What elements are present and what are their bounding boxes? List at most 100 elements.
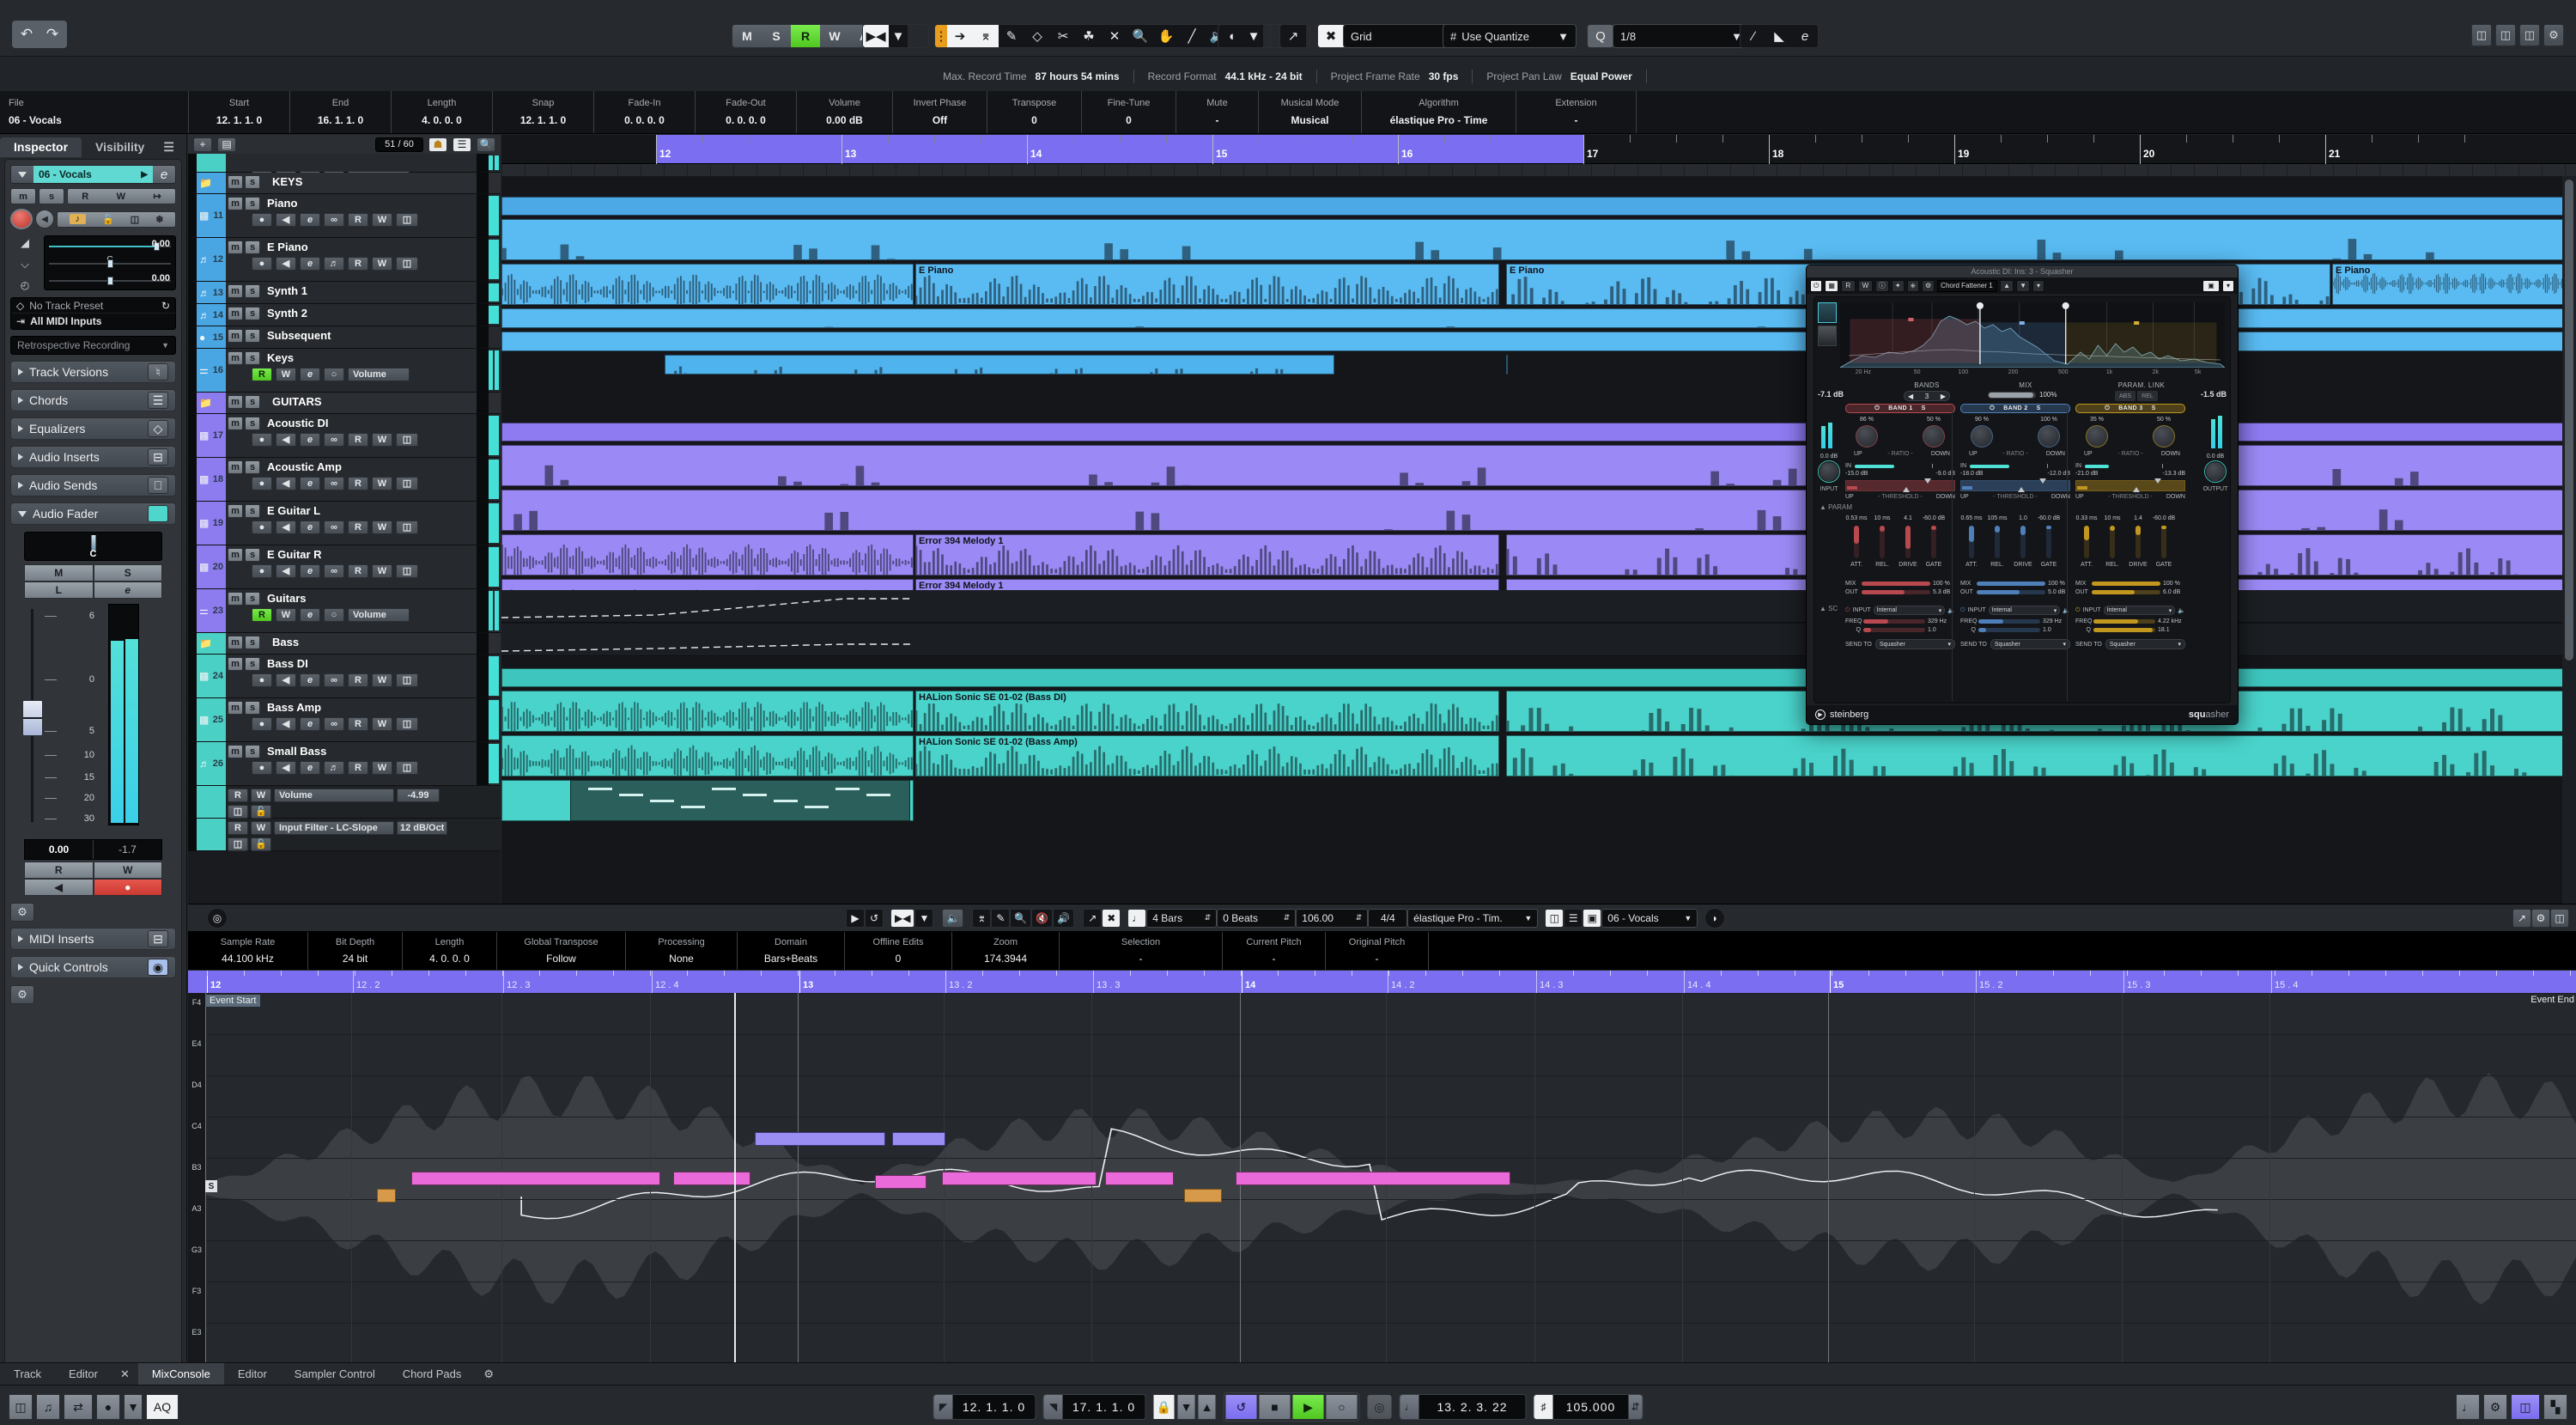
band-power-icon[interactable]: ⏻ xyxy=(1874,405,1880,412)
plugin-preset-name[interactable]: Chord Fattener 1 xyxy=(1937,279,1998,292)
track-row[interactable]: ▩ 25 m s Bass Amp ● ◀ e ∞ R W ◫ xyxy=(188,698,501,742)
track-solo-button[interactable]: s xyxy=(245,547,260,562)
editor-crossfade-icon[interactable]: ↗ xyxy=(1083,908,1103,928)
lock-icon[interactable]: 🔓 xyxy=(102,214,114,225)
automation-lane-row[interactable]: R W Volume -4.99 ◫ 🔓 xyxy=(188,786,501,819)
lower-zone-gear-icon[interactable]: ⚙ xyxy=(475,1363,502,1385)
track-edit-icon[interactable]: e xyxy=(300,520,320,534)
performance-meter-icon[interactable]: ◫ xyxy=(9,1394,33,1420)
track-read-button[interactable]: R xyxy=(348,563,368,578)
info-column[interactable]: Snap 12. 1. 1. 0 xyxy=(493,91,594,133)
editor-audition-tool-icon[interactable]: 🔊 xyxy=(1053,908,1075,928)
sample-info-column[interactable]: Original Pitch - xyxy=(1326,932,1429,970)
track-mute-button[interactable]: m xyxy=(228,503,243,518)
pitch-segment[interactable] xyxy=(1184,1189,1222,1203)
transport-buttons[interactable]: ↺ ■ ▶ ○ xyxy=(1223,1392,1360,1422)
fader-record-icon[interactable]: ● xyxy=(93,879,162,896)
track-edit-icon[interactable]: e xyxy=(300,563,320,578)
param-slider[interactable] xyxy=(1931,526,1936,558)
chevron-down-icon[interactable] xyxy=(11,166,33,183)
info-column[interactable]: Length 4. 0. 0. 0 xyxy=(392,91,493,133)
chevron-down-icon[interactable]: ▼ xyxy=(889,25,908,47)
track-line-2[interactable]: RWe ○ Volume xyxy=(228,367,501,381)
inspector-section-track-versions[interactable]: Track Versions ♮ xyxy=(10,361,176,383)
plugin-toolbar[interactable]: ⏻ ▦ R W ⓘ ✦ ⎈ ⚙ Chord Fattener 1 ▲ ▼ ▾ ▣… xyxy=(1807,277,2238,294)
ratio-down-knob[interactable] xyxy=(2038,425,2060,448)
track-line-2[interactable]: ● ◀ e ∞ R W ◫ xyxy=(228,673,501,687)
track-link-icon[interactable]: ∞ xyxy=(324,432,344,447)
track-link-icon[interactable]: ∞ xyxy=(324,520,344,534)
preset-up-icon[interactable]: ▲ xyxy=(2000,279,2014,292)
ratio-up-knob[interactable] xyxy=(1856,425,1878,448)
sc-power-icon[interactable]: ⏻ xyxy=(1960,607,1965,614)
track-edit-icon[interactable]: e xyxy=(300,760,320,775)
track-record-icon[interactable]: ● xyxy=(252,716,272,731)
band-mix-slider[interactable] xyxy=(1977,582,2045,586)
mix-slider[interactable] xyxy=(1988,392,2036,399)
threshold-up-handle[interactable] xyxy=(2132,487,2140,492)
track-monitor-icon[interactable]: ◀ xyxy=(276,520,296,534)
fader-solo-button[interactable]: S xyxy=(93,564,162,582)
track-write-button[interactable]: W xyxy=(372,563,392,578)
track-solo-button[interactable]: s xyxy=(245,460,260,474)
right-locator-field[interactable]: ◥ 17. 1. 1. 0 xyxy=(1042,1394,1146,1420)
track-mute-button[interactable]: m xyxy=(228,283,243,298)
track-lanes-icon[interactable]: ◫ xyxy=(396,673,418,687)
track-monitor-icon[interactable]: ◀ xyxy=(276,476,296,490)
param-slider[interactable] xyxy=(2046,526,2051,558)
sc-section-label[interactable]: ▲ SC xyxy=(1820,605,1838,612)
key-label[interactable]: B3 xyxy=(188,1163,205,1172)
sample-info-column[interactable]: Domain Bars+Beats xyxy=(738,932,845,970)
track-write-button[interactable]: W xyxy=(372,256,392,271)
piano-keyboard[interactable]: F4E4D4C4B3A3G3F3E3D3 xyxy=(188,993,205,1385)
fader-pan-control[interactable]: C xyxy=(24,532,162,561)
transport-right-group[interactable]: ♩ ⚙ ◫ ▚ xyxy=(2456,1394,2567,1420)
glue-tool-icon[interactable]: ☘ xyxy=(1076,25,1102,47)
info-column[interactable]: Start 12. 1. 1. 0 xyxy=(189,91,290,133)
audio-clip[interactable] xyxy=(501,445,2576,486)
track-mute-button[interactable]: m xyxy=(228,416,243,430)
bands-count-stepper[interactable]: ◀ 3 ▶ xyxy=(1904,391,1950,401)
audio-clip[interactable] xyxy=(501,197,2576,216)
pitch-segment[interactable] xyxy=(755,1132,885,1146)
track-type-strip[interactable]: ♬ 13 xyxy=(197,282,226,303)
editor-draw-tool-icon[interactable]: ✎ xyxy=(991,908,1011,928)
read-mode-button[interactable]: R xyxy=(791,25,820,47)
volume-slider[interactable]: 0.00 xyxy=(49,239,171,252)
color-chevron-icon[interactable]: ▼ xyxy=(1244,25,1263,47)
info-column[interactable]: Fade-Out 0. 0. 0. 0 xyxy=(696,91,797,133)
sync-icon[interactable]: ⚙ xyxy=(2483,1394,2507,1420)
editor-signature-field[interactable]: 4/4 xyxy=(1368,908,1408,928)
audio-activity-icon[interactable]: ♫ xyxy=(36,1394,60,1420)
inspector-record-row[interactable]: ◀ ♪ 🔓 ◫ ❄ xyxy=(10,209,176,229)
pitch-segment[interactable] xyxy=(1236,1172,1510,1185)
quantize-icon-group[interactable]: Q xyxy=(1587,24,1614,48)
track-monitor-icon[interactable]: ◀ xyxy=(276,563,296,578)
track-solo-button[interactable]: s xyxy=(245,744,260,758)
track-type-strip[interactable]: ⚌ 16 xyxy=(197,349,226,392)
click-icon[interactable]: ● xyxy=(96,1394,120,1420)
lower-zone-icon[interactable]: ◫ xyxy=(2495,24,2516,46)
editor-range-tool-icon[interactable]: ⌆ xyxy=(972,908,992,928)
pitch-segment[interactable] xyxy=(411,1172,660,1185)
snap-toggle-group[interactable]: ↗ xyxy=(1279,24,1310,48)
sc-send-combo[interactable]: Squasher ▾ xyxy=(1990,639,2070,649)
fader-quad-buttons[interactable]: M S L e xyxy=(24,564,162,599)
key-label[interactable]: F4 xyxy=(188,998,205,1007)
mute-tool-icon[interactable]: ✕ xyxy=(1102,25,1127,47)
plugin-write-button[interactable]: W xyxy=(1857,279,1873,292)
threshold-bar[interactable] xyxy=(1845,480,1955,491)
editor-mute-tool-icon[interactable]: 🔇 xyxy=(1031,908,1054,928)
reset-icon[interactable]: ↻ xyxy=(161,300,170,312)
quick-icon[interactable]: ◉ xyxy=(148,959,168,976)
track-type-strip[interactable] xyxy=(197,154,226,172)
quantize-tools-group[interactable]: ∕ ◣ e xyxy=(1740,24,1819,48)
split-tool-icon[interactable]: ✂ xyxy=(1050,25,1076,47)
midi-input-row[interactable]: ⇥ All MIDI Inputs xyxy=(11,314,175,329)
plugin-read-button[interactable]: R xyxy=(1840,279,1856,292)
track-row[interactable]: ♬ 26 m s Small Bass ● ◀ e ♬ R W ◫ xyxy=(188,742,501,786)
track-link-icon[interactable]: ∞ xyxy=(324,212,344,227)
pitch-segment[interactable] xyxy=(673,1172,750,1185)
track-read-button[interactable]: R xyxy=(348,432,368,447)
track-type-strip[interactable]: ♬ 26 xyxy=(197,742,226,785)
